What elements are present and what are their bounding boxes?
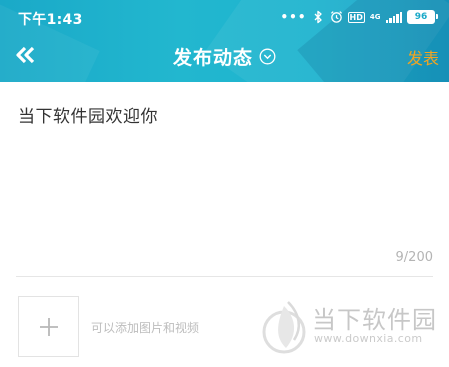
chevron-down-circle-icon [259,48,276,65]
plus-icon [39,317,58,336]
watermark-url: www.downxia.com [314,332,423,345]
watermark-title: 当下软件园 [312,306,437,334]
alarm-icon [330,11,342,23]
bluetooth-icon [314,10,322,24]
watermark-logo-icon [262,301,306,354]
char-count: 9/200 [395,250,433,265]
status-time: 下午1:43 [18,12,83,28]
battery-level: 96 [414,12,428,22]
status-icons: ••• HD 4G 96 [280,9,438,25]
page-title[interactable]: 发布动态 [0,43,449,70]
page-title-text: 发布动态 [172,47,253,69]
publish-button[interactable]: 发表 [407,45,439,69]
divider [16,276,433,277]
hd-icon: HD [347,11,365,23]
nav-bar: 发布动态 发表 [0,34,449,78]
network-label: 4G [369,12,381,21]
network-type: 4G [369,12,381,21]
watermark: 当下软件园 www.downxia.com [262,298,438,356]
post-text-input[interactable]: 当下软件园欢迎你 [18,102,158,127]
add-media-hint: 可以添加图片和视频 [91,321,200,335]
add-media-button[interactable] [18,296,79,357]
app-header: 下午1:43 ••• HD 4G 96 发布动态 发表 [0,0,449,82]
battery-icon: 96 [407,10,438,24]
status-bar: 下午1:43 ••• HD 4G 96 [0,0,449,34]
more-dots-icon: ••• [280,10,307,24]
signal-icon [385,11,402,23]
